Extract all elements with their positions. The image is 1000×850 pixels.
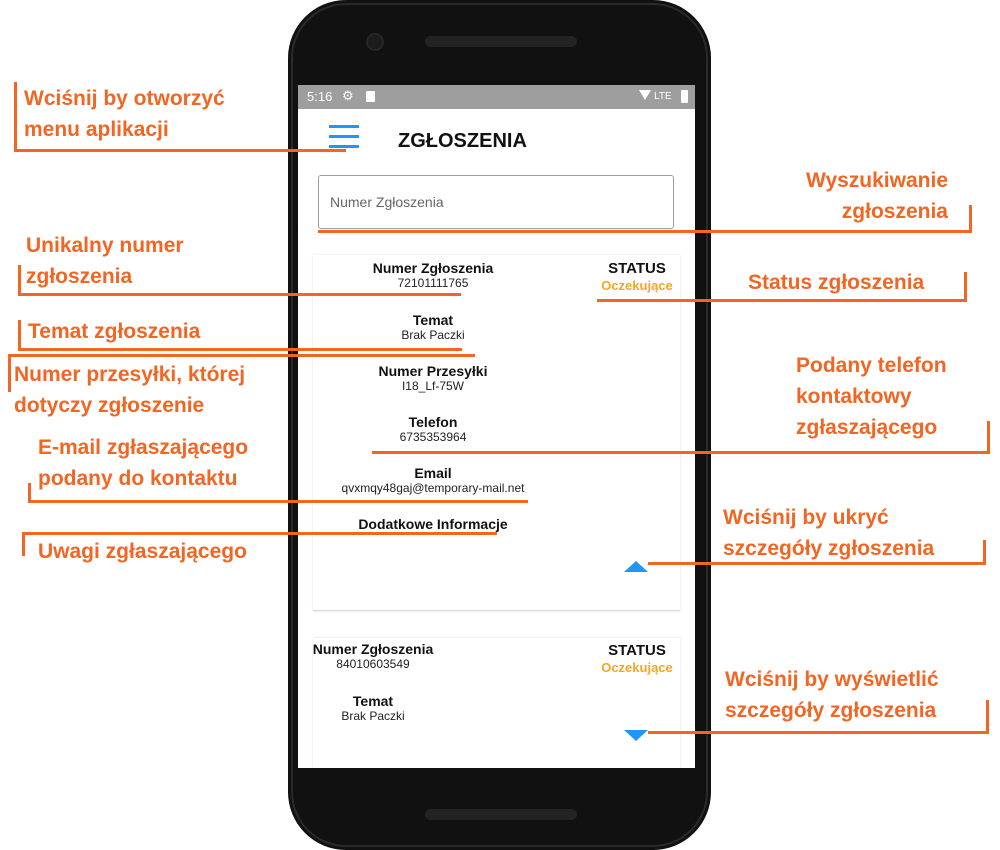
subject-label: Temat (352, 693, 394, 709)
ticket-number-field: Numer Zgłoszenia 72101111765 (313, 260, 553, 291)
status-label: STATUS (608, 642, 666, 659)
search-input[interactable] (319, 176, 660, 228)
subject-value: Brak Paczki (401, 328, 465, 342)
annotation-line (648, 562, 986, 565)
subject-field: Temat Brak Paczki (298, 693, 493, 724)
annotation-menu: Wciśnij by otworzyć menu aplikacji (24, 87, 225, 141)
hamburger-menu-icon[interactable] (329, 125, 359, 149)
network-type: LTE (654, 91, 672, 102)
gear-icon: ⚙ (342, 88, 354, 103)
annotation-number: Unikalny numer zgłoszenia (26, 234, 184, 288)
front-camera (366, 33, 384, 51)
ticket-number-value: 72101111765 (397, 276, 469, 290)
annotation-show: Wciśnij by wyświetlić szczegóły zgłoszen… (725, 668, 939, 722)
parcel-field: Numer Przesyłki I18_Lf-75W (313, 363, 553, 394)
annotation-line (318, 230, 972, 233)
phone-field: Telefon 6735353964 (313, 414, 553, 445)
annotation-email: E-mail zgłaszającego podany do kontaktu (38, 436, 249, 490)
ticket-number-label: Numer Zgłoszenia (312, 641, 434, 657)
email-field: Email qvxmqy48gaj@temporary-mail.net (313, 465, 553, 496)
annotation-line (18, 293, 461, 296)
email-label: Email (414, 465, 452, 481)
sd-card-icon (366, 91, 375, 102)
annotation-line (22, 532, 25, 556)
annotation-line (597, 299, 967, 302)
battery-icon (681, 90, 688, 103)
annotation-line (969, 205, 972, 233)
ticket-number-value: 84010603549 (336, 657, 410, 671)
phone-label: Telefon (408, 414, 458, 430)
annotation-line (986, 700, 989, 734)
annotation-line (648, 731, 989, 734)
annotation-status: Status zgłoszenia (748, 271, 925, 294)
top-speaker (425, 36, 577, 47)
email-value: qvxmqy48gaj@temporary-mail.net (341, 481, 525, 495)
annotation-line (987, 421, 990, 454)
annotation-search: Wyszukiwanie zgłoszenia (806, 169, 948, 223)
annotation-line (14, 149, 346, 152)
page-title: ZGŁOSZENIA (398, 130, 527, 152)
expand-arrow-icon[interactable] (624, 730, 648, 741)
annotation-line (22, 532, 497, 535)
annotation-phone: Podany telefon kontaktowy zgłaszającego (796, 354, 947, 439)
status-value: Oczekujące (601, 278, 673, 293)
annotation-parcel: Numer przesyłki, której dotyczy zgłoszen… (14, 363, 246, 417)
annotation-line (18, 348, 462, 351)
ticket-number-field: Numer Zgłoszenia 84010603549 (298, 641, 493, 672)
clock: 5:16 (307, 89, 333, 104)
annotation-line (8, 354, 11, 392)
subject-label: Temat (412, 312, 454, 328)
ticket-card-collapsed: Numer Zgłoszenia 84010603549 STATUS Ocze… (313, 638, 680, 768)
annotation-line (18, 265, 21, 296)
status-label: STATUS (608, 260, 666, 277)
ticket-number-label: Numer Zgłoszenia (372, 260, 494, 276)
notes-field: Dodatkowe Informacje (313, 516, 553, 532)
bottom-speaker (425, 809, 577, 820)
subject-value: Brak Paczki (341, 709, 405, 723)
parcel-label: Numer Przesyłki (378, 363, 488, 379)
notes-label: Dodatkowe Informacje (358, 516, 508, 532)
annotation-line (18, 320, 21, 351)
annotation-line (28, 500, 528, 503)
annotation-line (8, 354, 475, 357)
ticket-card-expanded: Numer Zgłoszenia 72101111765 STATUS Ocze… (313, 255, 680, 611)
annotation-line (964, 272, 967, 302)
annotation-hide: Wciśnij by ukryć szczegóły zgłoszenia (723, 506, 935, 560)
annotation-line (14, 82, 17, 152)
annotation-line (983, 540, 986, 565)
ticket-status: STATUS Oczekujące (587, 642, 687, 676)
parcel-value: I18_Lf-75W (401, 379, 465, 393)
annotation-line (372, 451, 990, 454)
collapse-arrow-icon[interactable] (624, 561, 648, 572)
search-box (318, 175, 674, 229)
annotation-notes: Uwagi zgłaszającego (38, 540, 247, 563)
wifi-icon (639, 90, 651, 100)
subject-field: Temat Brak Paczki (313, 312, 553, 343)
status-value: Oczekujące (601, 660, 673, 675)
annotation-subject: Temat zgłoszenia (28, 320, 201, 343)
phone-value: 6735353964 (399, 430, 467, 444)
status-bar: 5:16 ⚙ LTE (298, 85, 695, 109)
phone-screen: 5:16 ⚙ LTE ZGŁOSZENIA Numer Zgłoszenia 7… (298, 85, 695, 768)
ticket-status: STATUS Oczekujące (587, 260, 687, 294)
